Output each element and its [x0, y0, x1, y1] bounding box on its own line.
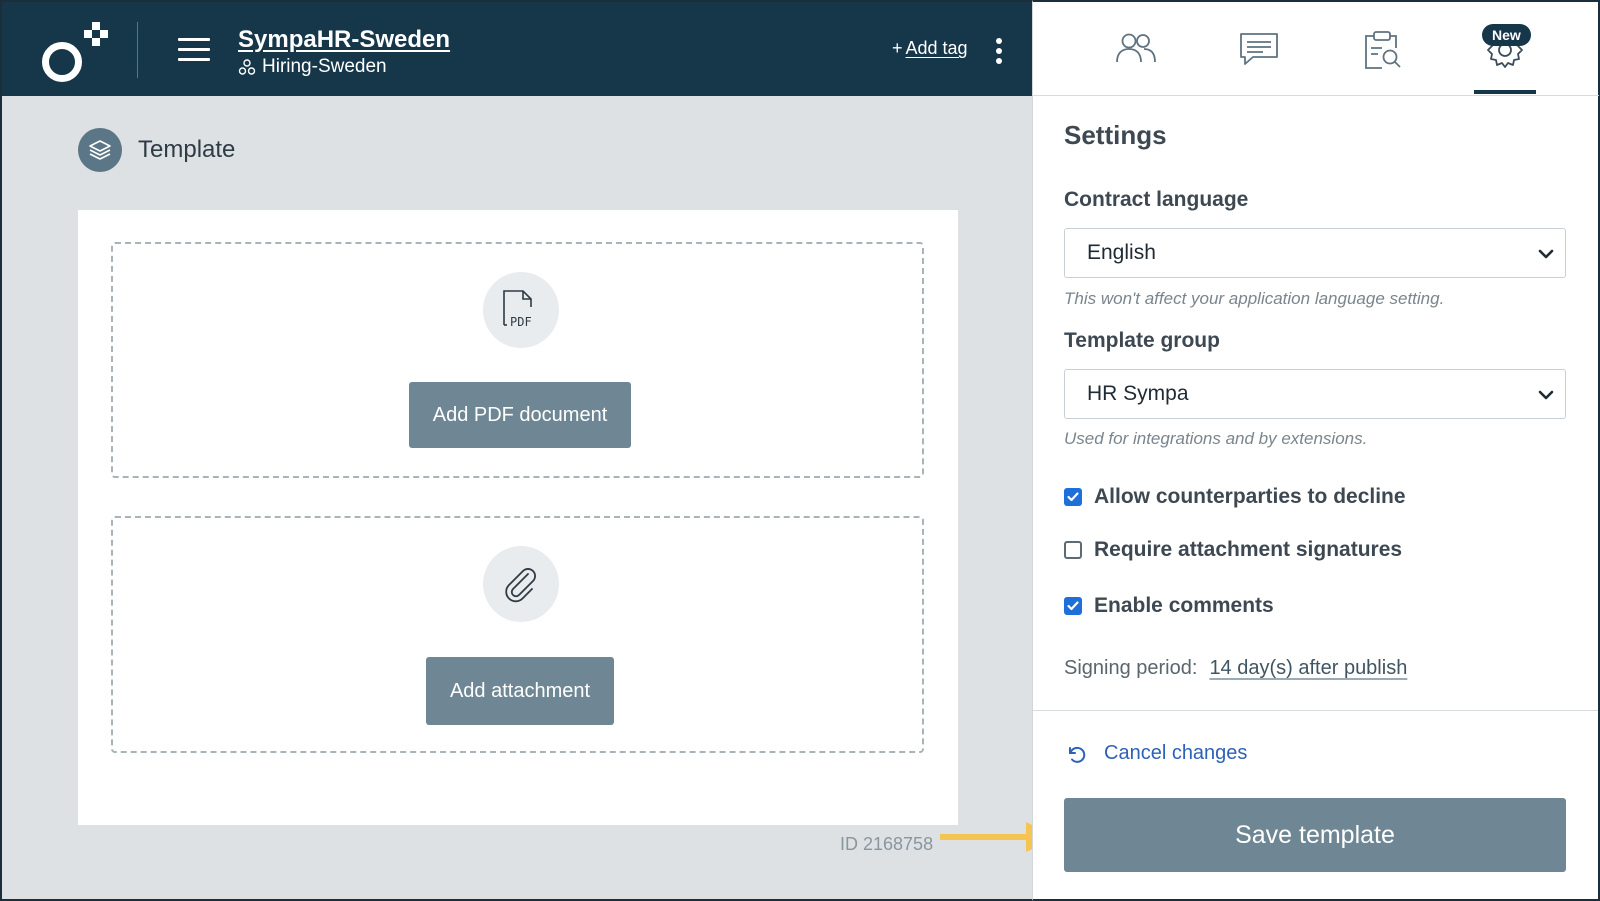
panel-tabs [1033, 2, 1599, 96]
signing-period-link[interactable]: 14 day(s) after publish [1209, 657, 1407, 680]
app-area: SympaHR-Sweden Hiring-Sweden + Add tag T… [0, 0, 1058, 901]
enable-comments-option[interactable]: Enable comments [1064, 594, 1274, 618]
template-card: PDF Add PDF document Add attachment [78, 210, 958, 825]
template-group-select[interactable]: HR Sympa [1064, 369, 1566, 419]
panel-divider [1033, 710, 1598, 711]
logo-ring [42, 42, 82, 82]
pdf-icon-text: PDF [510, 315, 532, 329]
allow-decline-option[interactable]: Allow counterparties to decline [1064, 485, 1406, 509]
add-pdf-button[interactable]: Add PDF document [409, 382, 631, 448]
comment-icon [1240, 33, 1278, 65]
logo-square [92, 22, 100, 30]
logo-square [92, 38, 100, 46]
header-divider [137, 22, 138, 78]
logo-square [84, 30, 92, 38]
add-tag-button[interactable]: + Add tag [892, 38, 968, 59]
undo-icon [1069, 746, 1086, 763]
contract-language-label: Contract language [1064, 188, 1249, 211]
template-heading: Template [78, 128, 235, 172]
signing-period: Signing period: 14 day(s) after publish [1064, 657, 1407, 680]
layers-icon [78, 128, 122, 172]
settings-title: Settings [1064, 120, 1167, 150]
clipboard-search-icon [1365, 31, 1401, 69]
group-name-text: Hiring-Sweden [262, 56, 387, 77]
template-group-label: Template group [1064, 329, 1220, 352]
add-tag-label: Add tag [905, 38, 968, 58]
template-id: ID 2168758 [840, 834, 934, 854]
contract-language-value: English [1087, 241, 1156, 264]
tab-people[interactable] [1105, 30, 1167, 94]
contract-language-help: This won't affect your application langu… [1064, 289, 1445, 308]
org-name-link[interactable]: SympaHR-Sweden [238, 26, 450, 54]
paperclip-icon [483, 546, 559, 622]
template-group-help: Used for integrations and by extensions. [1064, 429, 1368, 448]
group-name: Hiring-Sweden [238, 56, 387, 78]
chevron-down-icon [1538, 390, 1554, 400]
pdf-file-icon: PDF [483, 272, 559, 348]
contract-language-select[interactable]: English [1064, 228, 1566, 278]
require-attachment-signatures-label: Require attachment signatures [1094, 538, 1403, 561]
logo[interactable] [42, 20, 112, 82]
hamburger-menu-icon[interactable] [178, 38, 210, 62]
people-icon [1116, 33, 1156, 63]
group-icon [238, 59, 256, 75]
cancel-changes-button[interactable]: Cancel changes [1066, 742, 1247, 765]
template-title: Template [138, 136, 236, 163]
cancel-changes-label: Cancel changes [1104, 742, 1248, 764]
allow-decline-checkbox[interactable] [1064, 488, 1082, 506]
template-group-value: HR Sympa [1087, 382, 1189, 405]
tab-comments[interactable] [1228, 30, 1290, 94]
plus-icon: + [892, 38, 903, 58]
require-attachment-signatures-option[interactable]: Require attachment signatures [1064, 538, 1402, 562]
attachment-drop-zone[interactable]: Add attachment [111, 516, 924, 753]
add-attachment-button[interactable]: Add attachment [426, 657, 614, 725]
save-template-button[interactable]: Save template [1064, 798, 1566, 872]
more-options-icon[interactable] [995, 38, 1003, 64]
enable-comments-checkbox[interactable] [1064, 597, 1082, 615]
tab-review[interactable] [1351, 30, 1413, 94]
enable-comments-label: Enable comments [1094, 594, 1274, 617]
signing-period-label: Signing period: [1064, 657, 1198, 679]
new-badge: New [1482, 24, 1531, 46]
top-bar: SympaHR-Sweden Hiring-Sweden + Add tag [2, 2, 1032, 96]
allow-decline-label: Allow counterparties to decline [1094, 485, 1406, 508]
require-attachment-signatures-checkbox[interactable] [1064, 541, 1082, 559]
logo-square [100, 30, 108, 38]
chevron-down-icon [1538, 249, 1554, 259]
pdf-drop-zone[interactable]: PDF Add PDF document [111, 242, 924, 478]
